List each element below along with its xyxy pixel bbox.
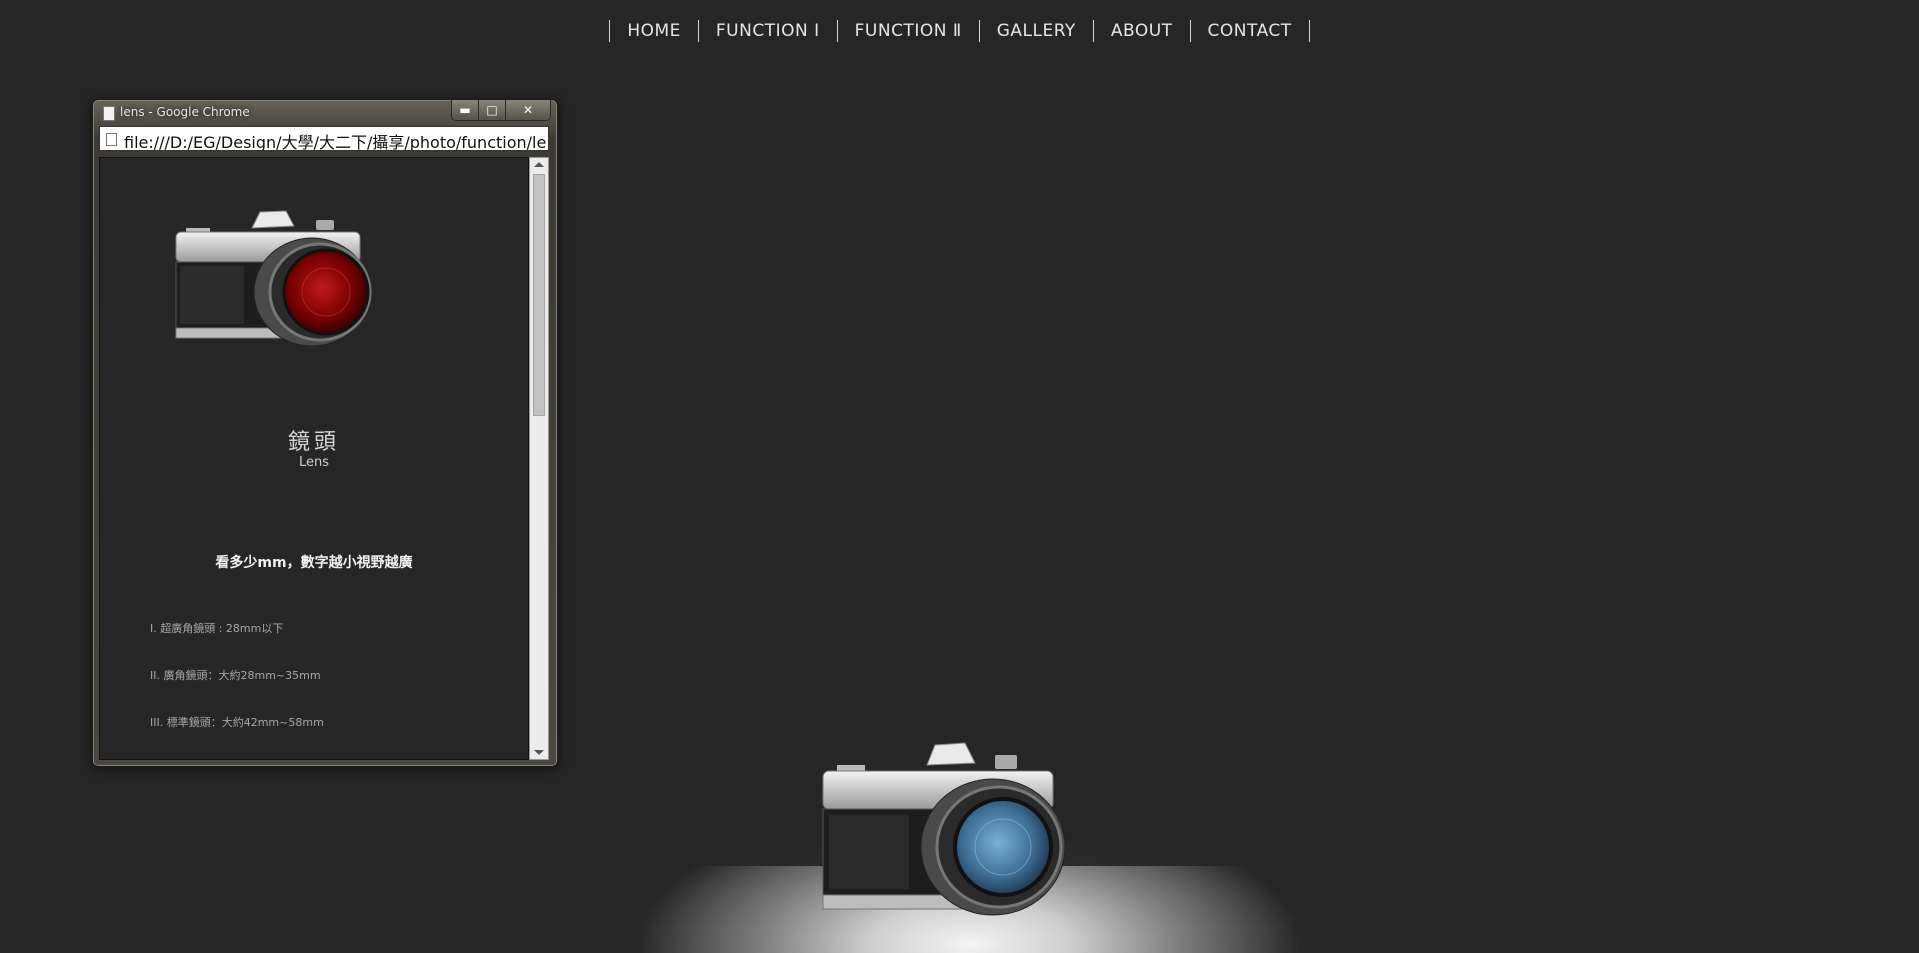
popup-content: 鏡頭 Lens 看多少mm，數字越小視野越廣 I. 超廣角鏡頭 : 28mm以下… xyxy=(99,157,529,760)
vertical-scrollbar[interactable] xyxy=(529,157,549,760)
list-item: I. 超廣角鏡頭 : 28mm以下 xyxy=(150,622,284,635)
main-camera-image[interactable] xyxy=(815,735,1075,920)
nav-gallery[interactable]: GALLERY xyxy=(980,21,1093,41)
file-icon xyxy=(106,133,117,146)
lens-description: 看多少mm，數字越小視野越廣 xyxy=(215,555,413,571)
nav-function-1[interactable]: FUNCTION Ⅰ xyxy=(699,21,837,41)
lens-heading-zh: 鏡頭 xyxy=(287,430,340,455)
list-item: II. 廣角鏡頭：大約28mm~35mm xyxy=(150,669,321,682)
window-title: lens - Google Chrome xyxy=(120,105,250,119)
window-controls: ▬ □ ✕ xyxy=(451,100,551,121)
nav-contact[interactable]: CONTACT xyxy=(1191,21,1309,41)
popup-browser-window[interactable]: lens - Google Chrome ▬ □ ✕ file:///D:/EG… xyxy=(92,99,558,767)
address-url[interactable]: file:///D:/EG/Design/大學/大二下/攝享/photo/fun… xyxy=(124,129,546,150)
maximize-icon[interactable]: □ xyxy=(478,100,505,120)
scroll-up-icon[interactable] xyxy=(534,162,544,167)
nav-function-2[interactable]: FUNCTION Ⅱ xyxy=(838,21,979,41)
scrollbar-thumb[interactable] xyxy=(533,174,545,416)
lens-heading-en: Lens xyxy=(298,455,330,470)
address-bar[interactable]: file:///D:/EG/Design/大學/大二下/攝享/photo/fun… xyxy=(99,126,549,151)
lens-camera-image xyxy=(175,210,372,346)
nav-about[interactable]: ABOUT xyxy=(1094,21,1190,41)
page-icon xyxy=(103,106,115,121)
nav-home[interactable]: HOME xyxy=(610,21,698,41)
scroll-down-icon[interactable] xyxy=(534,750,544,755)
close-icon[interactable]: ✕ xyxy=(505,100,550,120)
main-nav: HOME FUNCTION Ⅰ FUNCTION Ⅱ GALLERY ABOUT CONT… xyxy=(0,20,1919,42)
list-item: III. 標準鏡頭：大約42mm~58mm xyxy=(150,716,324,729)
nav-separator xyxy=(1308,20,1310,42)
minimize-icon[interactable]: ▬ xyxy=(452,100,478,120)
